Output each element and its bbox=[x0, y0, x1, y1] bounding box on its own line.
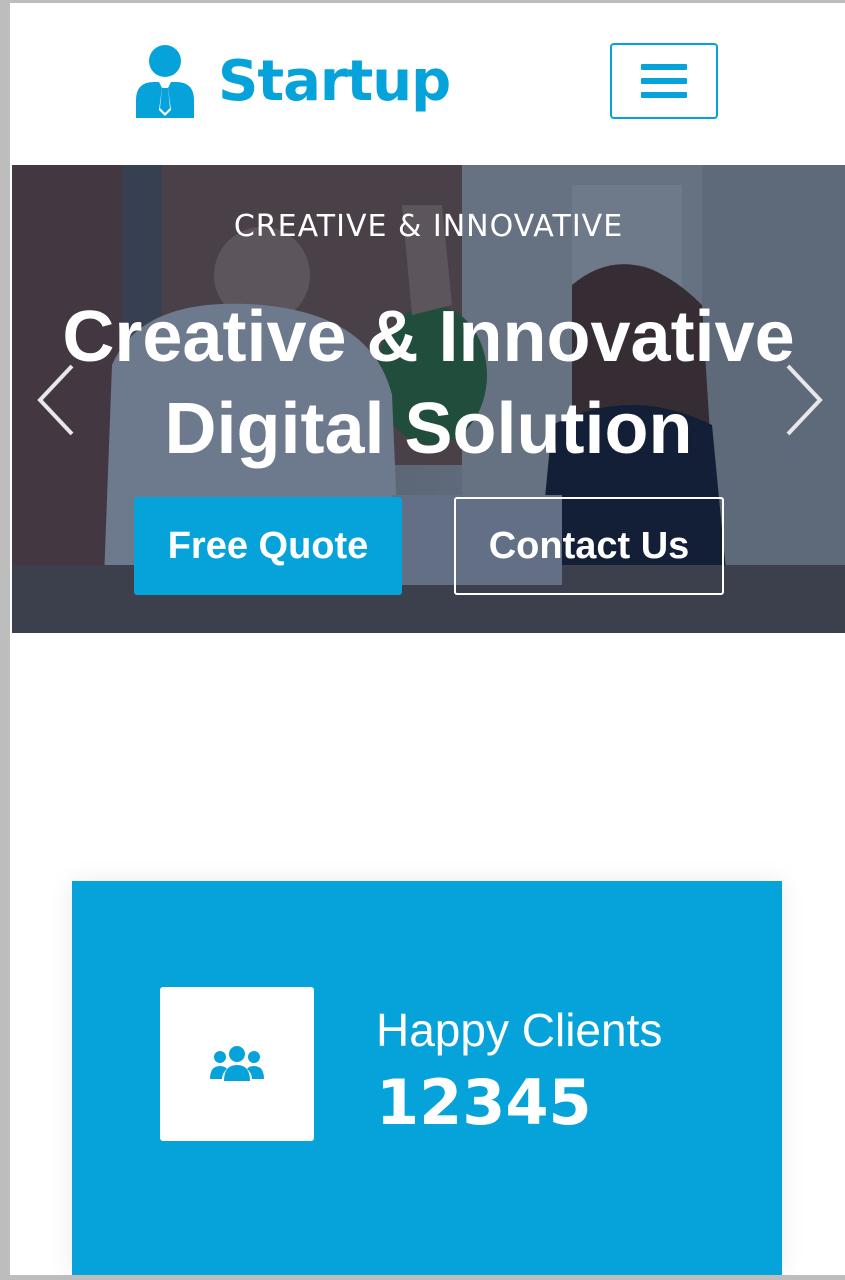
hero-subtitle: CREATIVE & INNOVATIVE bbox=[233, 209, 624, 244]
hamburger-menu-icon bbox=[641, 62, 687, 100]
free-quote-button[interactable]: Free Quote bbox=[134, 497, 402, 595]
brand-link[interactable]: Startup bbox=[134, 41, 451, 121]
chevron-left-icon[interactable] bbox=[34, 360, 82, 440]
hero-title: Creative & Innovative Digital Solution bbox=[12, 291, 845, 475]
chevron-right-icon[interactable] bbox=[778, 360, 826, 440]
user-tie-icon bbox=[136, 45, 194, 118]
navbar: Startup bbox=[10, 3, 845, 165]
hero-title-line-1: Creative & Innovative bbox=[62, 297, 795, 377]
brand-name: Startup bbox=[218, 48, 451, 114]
navbar-toggle-button[interactable] bbox=[610, 43, 718, 119]
happy-clients-card: Happy Clients 12345 bbox=[72, 881, 782, 1275]
hero-carousel: CREATIVE & INNOVATIVE Creative & Innovat… bbox=[12, 165, 845, 633]
page: Startup CREATIVE & INNOVATIVE Creative &… bbox=[10, 3, 845, 1275]
contact-us-button[interactable]: Contact Us bbox=[454, 497, 724, 595]
stat-icon-box bbox=[160, 987, 314, 1141]
stat-value: 12345 bbox=[376, 1066, 592, 1139]
browser-frame: Startup CREATIVE & INNOVATIVE Creative &… bbox=[0, 0, 845, 1280]
stat-label: Happy Clients bbox=[376, 1004, 663, 1056]
users-icon bbox=[210, 1046, 264, 1081]
hero-title-line-2: Digital Solution bbox=[164, 389, 693, 469]
